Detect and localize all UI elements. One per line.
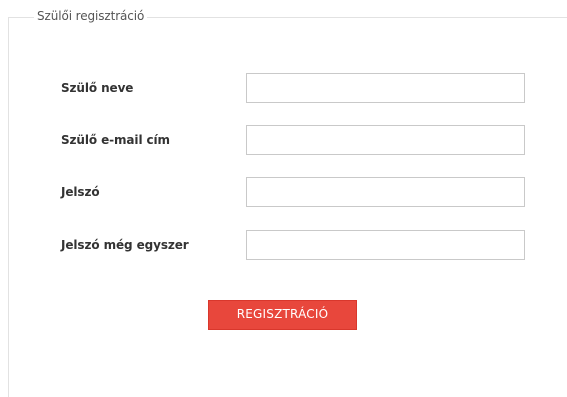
fieldset-legend: Szülői regisztráció [34,8,148,24]
parent-name-input[interactable] [246,73,525,103]
password-confirm-label: Jelszó még egyszer [61,238,189,252]
parent-email-input[interactable] [246,125,525,155]
parent-name-label: Szülő neve [61,81,134,95]
parent-email-label: Szülő e-mail cím [61,133,170,147]
password-input[interactable] [246,177,525,207]
parent-email-row: Szülő e-mail cím [0,125,567,155]
password-row: Jelszó [0,177,567,207]
parent-name-row: Szülő neve [0,73,567,103]
password-label: Jelszó [61,185,100,199]
register-button[interactable]: REGISZTRÁCIÓ [208,300,357,330]
password-confirm-row: Jelszó még egyszer [0,230,567,260]
password-confirm-input[interactable] [246,230,525,260]
